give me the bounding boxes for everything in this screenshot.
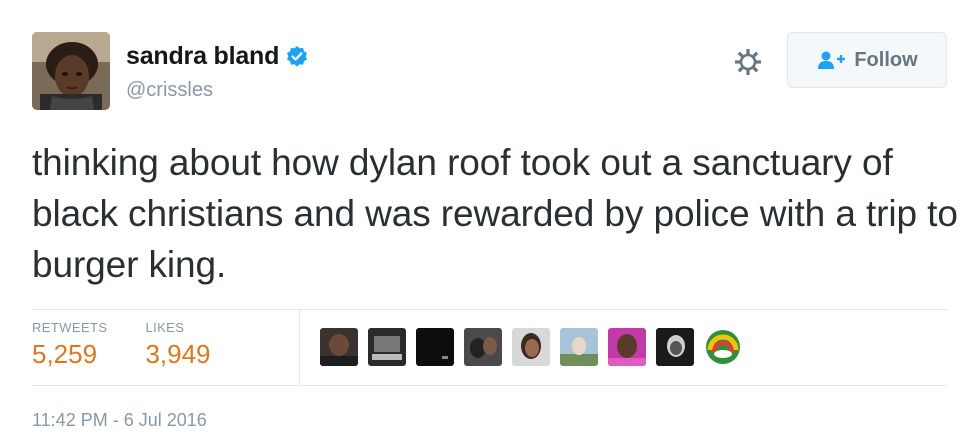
liker-avatar[interactable] — [704, 328, 742, 366]
stats-divider — [299, 309, 300, 385]
retweets-label: RETWEETS — [32, 320, 108, 335]
likes-label: LIKES — [145, 320, 185, 335]
follow-label: Follow — [854, 48, 918, 71]
divider-bottom — [32, 385, 947, 386]
follow-button[interactable]: Follow — [787, 32, 947, 88]
retweets-count: 5,259 — [32, 339, 98, 369]
display-name[interactable]: sandra bland — [126, 42, 279, 71]
tweet-timestamp[interactable]: 11:42 PM - 6 Jul 2016 — [32, 410, 207, 431]
verified-badge-icon — [285, 45, 309, 69]
add-user-icon — [816, 50, 846, 70]
liker-avatar[interactable] — [416, 328, 454, 366]
liker-avatars — [320, 328, 752, 366]
liker-avatar[interactable] — [656, 328, 694, 366]
gear-icon[interactable] — [732, 46, 764, 78]
liker-avatar[interactable] — [512, 328, 550, 366]
user-handle[interactable]: @crissles — [126, 79, 309, 102]
avatar[interactable] — [32, 32, 110, 110]
likes-stat[interactable]: LIKES 3,949 — [145, 320, 210, 370]
divider-top — [32, 309, 947, 310]
tweet-stats: RETWEETS 5,259 LIKES 3,949 — [32, 320, 249, 370]
retweets-stat[interactable]: RETWEETS 5,259 — [32, 320, 107, 370]
likes-count: 3,949 — [145, 339, 211, 369]
liker-avatar[interactable] — [608, 328, 646, 366]
tweet-text: thinking about how dylan roof took out a… — [32, 142, 958, 285]
liker-avatar[interactable] — [464, 328, 502, 366]
liker-avatar[interactable] — [560, 328, 598, 366]
user-info[interactable]: sandra bland @crissles — [126, 42, 309, 102]
liker-avatar[interactable] — [368, 328, 406, 366]
liker-avatar[interactable] — [320, 328, 358, 366]
